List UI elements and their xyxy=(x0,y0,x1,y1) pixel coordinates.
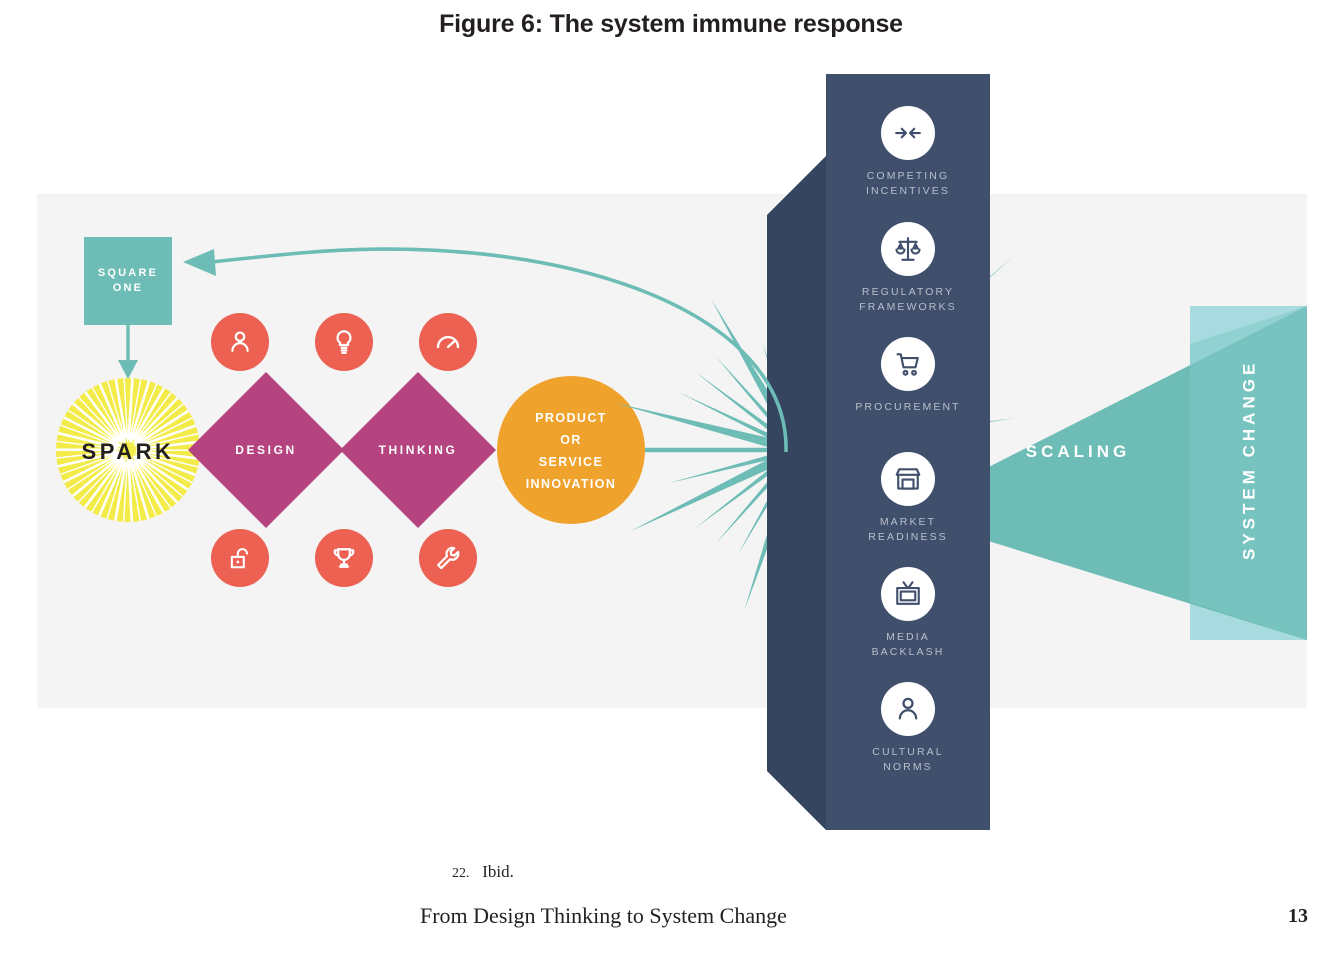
barrier-icon-wrap xyxy=(881,337,935,391)
figure-page: Figure 6: The system immune response SQU… xyxy=(0,0,1342,964)
square-one-label: SQUARE ONE xyxy=(84,237,172,325)
barrier-icon-wrap xyxy=(881,682,935,736)
figure-title: Figure 6: The system immune response xyxy=(439,10,903,38)
enabler-chip-person xyxy=(211,313,269,371)
footnote: 22. Ibid. xyxy=(452,862,514,882)
storefront-icon xyxy=(895,468,921,490)
speedometer-icon xyxy=(436,335,460,349)
footer-page-number: 13 xyxy=(1288,905,1308,927)
barrier-caption: MARKET READINESS xyxy=(868,516,948,544)
barrier-item-media-backlash: MEDIA BACKLASH xyxy=(826,567,990,660)
barrier-icon-wrap xyxy=(881,106,935,160)
page-footer: From Design Thinking to System Change 13 xyxy=(0,903,1342,943)
enabler-chip-trophy xyxy=(315,529,373,587)
barrier-caption: MEDIA BACKLASH xyxy=(871,631,945,659)
scaling-label: SCALING xyxy=(1025,442,1131,461)
design-label: DESIGN xyxy=(235,443,297,457)
arrows-colliding-icon xyxy=(895,127,921,139)
shopping-cart-icon xyxy=(896,353,919,376)
enabler-chip-wrench xyxy=(419,529,477,587)
barrier-icon-wrap xyxy=(881,452,935,506)
person-icon xyxy=(898,697,918,720)
enabler-chip-padlock xyxy=(211,529,269,587)
person-icon xyxy=(231,331,249,352)
unlocked-padlock-icon xyxy=(230,548,248,569)
barrier-caption: PROCUREMENT xyxy=(855,401,961,413)
innovation-label: PRODUCT OR SERVICE INNOVATION xyxy=(525,411,617,491)
television-icon xyxy=(896,581,920,605)
trophy-icon xyxy=(333,548,355,568)
system-immune-response-diagram: SQUARE ONE SPARK DESIGN THINKING PRODUCT… xyxy=(0,60,1342,850)
barrier-item-procurement: PROCUREMENT xyxy=(826,337,990,415)
enabler-chip-speedometer xyxy=(419,313,477,371)
scales-of-justice-icon xyxy=(895,236,921,261)
system-change-label: SYSTEM CHANGE xyxy=(1239,359,1259,561)
footnote-number: 22. xyxy=(452,866,470,881)
barrier-item-regulatory-frameworks: REGULATORY FRAMEWORKS xyxy=(826,222,990,315)
barrier-icon-wrap xyxy=(881,222,935,276)
wrench-icon xyxy=(437,546,460,570)
footnote-text: Ibid. xyxy=(482,862,514,881)
barrier-item-market-readiness: MARKET READINESS xyxy=(826,452,990,545)
enabler-chip-lightbulb xyxy=(315,313,373,371)
barrier-caption: CULTURAL NORMS xyxy=(872,746,944,774)
square-one-text: SQUARE ONE xyxy=(97,267,159,294)
thinking-label: THINKING xyxy=(378,443,458,457)
barrier-item-cultural-norms: CULTURAL NORMS xyxy=(826,682,990,775)
footer-title: From Design Thinking to System Change xyxy=(420,903,787,928)
barrier-caption: REGULATORY FRAMEWORKS xyxy=(859,286,957,314)
barrier-caption: COMPETING INCENTIVES xyxy=(865,170,950,198)
spark-label: SPARK xyxy=(81,439,175,464)
barrier-item-competing-incentives: COMPETING INCENTIVES xyxy=(826,106,990,199)
lightbulb-icon xyxy=(336,330,352,354)
square-one-to-spark-arrow xyxy=(118,325,138,379)
barrier-icon-wrap xyxy=(881,567,935,621)
